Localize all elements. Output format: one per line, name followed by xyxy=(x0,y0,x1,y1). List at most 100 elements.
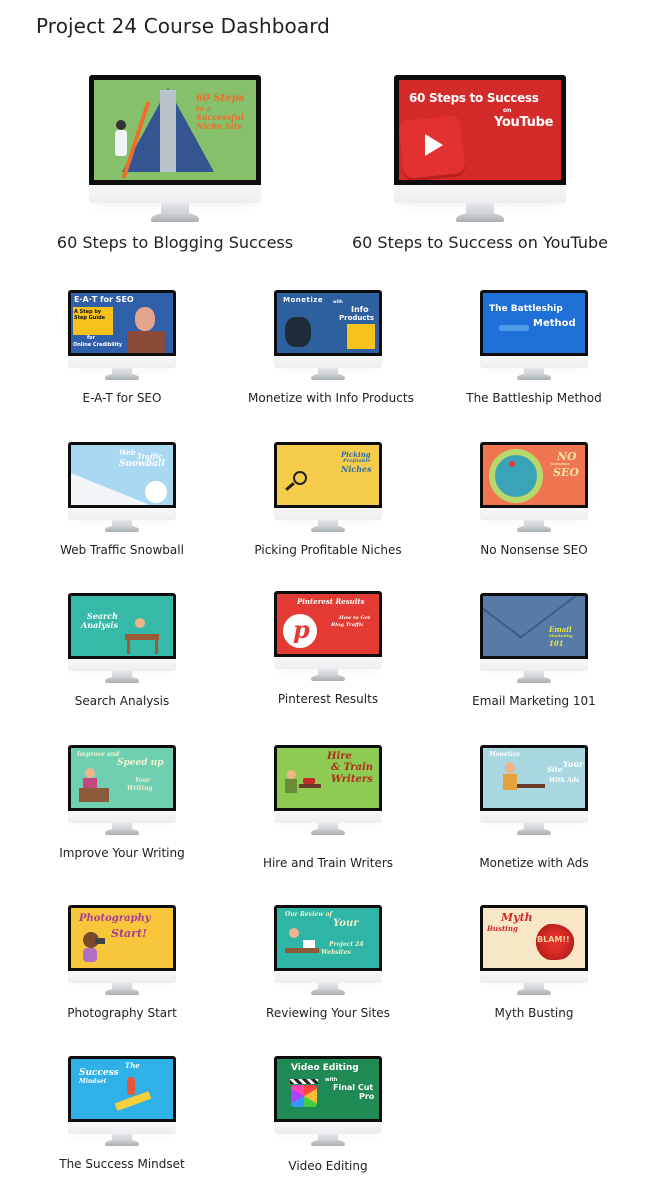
globe-icon xyxy=(489,449,543,503)
course-card-success-mindset[interactable]: The Success Mindset The Success Mindset xyxy=(42,1056,202,1176)
clapperboard-icon xyxy=(291,1085,317,1107)
magnifier-icon xyxy=(293,471,307,485)
person-icon xyxy=(116,120,126,130)
monitor-icon: p Pinterest Results How to Get Blog Traf… xyxy=(274,591,382,683)
course-title[interactable]: Web Traffic Snowball xyxy=(42,543,202,557)
course-card-search-analysis[interactable]: Search Analysis Search Analysis xyxy=(42,593,202,713)
course-thumbnail: E·A·T for SEO A Step by Step Guide for O… xyxy=(71,293,173,353)
course-thumbnail: Our Review of Your Project 24 Websites xyxy=(277,908,379,968)
course-title[interactable]: Hire and Train Writers xyxy=(248,856,408,870)
monitor-icon: The Success Mindset xyxy=(68,1056,176,1148)
monitor-icon: Web Traffic Snowball xyxy=(68,442,176,534)
course-title[interactable]: Email Marketing 101 xyxy=(454,694,614,708)
course-thumbnail: 60 Steps to a Successful Niche Site xyxy=(94,80,256,180)
battleship-icon xyxy=(499,325,529,331)
course-card-improve-your-writing[interactable]: Improve and Speed up Your Writing Improv… xyxy=(42,745,202,865)
course-thumbnail: 60 Steps to Success on YouTube xyxy=(399,80,561,180)
monitor-icon: Monetize with Info Products xyxy=(274,290,382,382)
course-thumbnail: The Battleship Method xyxy=(483,293,585,353)
course-thumbnail: Monetize with Info Products xyxy=(277,293,379,353)
snowball-icon xyxy=(145,481,167,503)
course-card-battleship-method[interactable]: The Battleship Method The Battleship Met… xyxy=(454,290,614,410)
course-thumbnail: Improve and Speed up Your Writing xyxy=(71,748,173,808)
person-icon xyxy=(135,618,145,628)
course-card-eat-for-seo[interactable]: E·A·T for SEO A Step by Step Guide for O… xyxy=(42,290,202,410)
thumbnail-headline: 60 Steps xyxy=(196,93,245,104)
course-card-60-steps-youtube[interactable]: 60 Steps to Success on YouTube 60 Steps … xyxy=(345,75,615,255)
monitor-icon: Myth Busting BLAM!! xyxy=(480,905,588,997)
laptop-icon xyxy=(303,940,315,948)
person-icon xyxy=(289,928,299,938)
course-title[interactable]: Improve Your Writing xyxy=(42,846,202,860)
course-title[interactable]: The Battleship Method xyxy=(454,391,614,405)
course-thumbnail: Hire & Train Writers xyxy=(277,748,379,808)
course-title[interactable]: E-A-T for SEO xyxy=(42,391,202,405)
monitor-icon: Video Editing with Final Cut Pro xyxy=(274,1056,382,1148)
monitor-icon: 60 Steps to Success on YouTube xyxy=(394,75,566,225)
desk-icon xyxy=(125,634,159,640)
course-card-pinterest-results[interactable]: p Pinterest Results How to Get Blog Traf… xyxy=(248,591,408,711)
course-card-no-nonsense-seo[interactable]: NO NONSENSE SEO No Nonsense SEO xyxy=(454,442,614,562)
course-title[interactable]: Photography Start xyxy=(42,1006,202,1020)
monitor-icon: Search Analysis xyxy=(68,593,176,685)
course-card-hire-and-train-writers[interactable]: Hire & Train Writers Hire and Train Writ… xyxy=(248,745,408,875)
desk-icon xyxy=(285,948,319,953)
course-title[interactable]: Reviewing Your Sites xyxy=(248,1006,408,1020)
monitor-icon: E·A·T for SEO A Step by Step Guide for O… xyxy=(68,290,176,382)
monitor-icon: NO NONSENSE SEO xyxy=(480,442,588,534)
course-thumbnail: Search Analysis xyxy=(71,596,173,656)
course-card-video-editing[interactable]: Video Editing with Final Cut Pro Video E… xyxy=(248,1056,408,1180)
course-thumbnail: Picking Profitable Niches xyxy=(277,445,379,505)
course-title[interactable]: Monetize with Ads xyxy=(454,856,614,870)
course-card-picking-profitable-niches[interactable]: Picking Profitable Niches Picking Profit… xyxy=(248,442,408,562)
course-thumbnail: The Success Mindset xyxy=(71,1059,173,1119)
person-icon xyxy=(85,768,95,778)
monitor-icon: 60 Steps to a Successful Niche Site xyxy=(89,75,261,225)
person-icon xyxy=(505,762,515,774)
course-title[interactable]: Monetize with Info Products xyxy=(248,391,414,405)
course-title[interactable]: Picking Profitable Niches xyxy=(248,543,408,557)
course-title[interactable]: 60 Steps to Success on YouTube xyxy=(345,233,615,252)
monitor-icon: Monetize Your Site With Ads xyxy=(480,745,588,837)
course-thumbnail: Myth Busting BLAM!! xyxy=(483,908,585,968)
course-card-photography-start[interactable]: Photography Start! Photography Start xyxy=(42,905,202,1025)
course-card-email-marketing-101[interactable]: Email Marketing 101 Email Marketing 101 xyxy=(454,593,614,713)
monitor-icon: The Battleship Method xyxy=(480,290,588,382)
course-thumbnail: Photography Start! xyxy=(71,908,173,968)
course-title[interactable]: Video Editing xyxy=(248,1159,408,1173)
monitor-icon: Photography Start! xyxy=(68,905,176,997)
pinterest-p: p xyxy=(293,615,310,644)
person-icon xyxy=(127,1077,135,1095)
course-title[interactable]: Myth Busting xyxy=(454,1006,614,1020)
map-pin-icon xyxy=(509,461,515,467)
course-card-myth-busting[interactable]: Myth Busting BLAM!! Myth Busting xyxy=(454,905,614,1025)
course-title[interactable]: 60 Steps to Blogging Success xyxy=(40,233,310,252)
course-card-monetize-info-products[interactable]: Monetize with Info Products Monetize wit… xyxy=(248,290,414,410)
monitor-icon: Hire & Train Writers xyxy=(274,745,382,837)
course-card-web-traffic-snowball[interactable]: Web Traffic Snowball Web Traffic Snowbal… xyxy=(42,442,202,562)
course-title[interactable]: The Success Mindset xyxy=(42,1157,202,1171)
camera-icon xyxy=(285,317,311,347)
monitor-icon: Improve and Speed up Your Writing xyxy=(68,745,176,837)
monitor-icon: Our Review of Your Project 24 Websites xyxy=(274,905,382,997)
page-title: Project 24 Course Dashboard xyxy=(36,14,330,38)
person-icon xyxy=(287,770,296,779)
arrow-icon xyxy=(160,90,176,172)
course-card-60-steps-blogging[interactable]: 60 Steps to a Successful Niche Site 60 S… xyxy=(40,75,310,255)
camera-icon xyxy=(95,938,105,944)
course-card-reviewing-your-sites[interactable]: Our Review of Your Project 24 Websites R… xyxy=(248,905,408,1025)
monitor-icon: Email Marketing 101 xyxy=(480,593,588,685)
course-thumbnail: Monetize Your Site With Ads xyxy=(483,748,585,808)
person-icon xyxy=(135,307,155,331)
desk-icon xyxy=(299,784,321,788)
desk-icon xyxy=(517,784,545,788)
course-title[interactable]: Search Analysis xyxy=(42,694,202,708)
course-title[interactable]: Pinterest Results xyxy=(248,692,408,706)
course-thumbnail: Web Traffic Snowball xyxy=(71,445,173,505)
course-card-monetize-with-ads[interactable]: Monetize Your Site With Ads Monetize wit… xyxy=(454,745,614,875)
course-thumbnail: Video Editing with Final Cut Pro xyxy=(277,1059,379,1119)
desk-icon xyxy=(79,788,109,802)
course-thumbnail: Email Marketing 101 xyxy=(483,596,585,656)
course-title[interactable]: No Nonsense SEO xyxy=(454,543,614,557)
monitor-icon: Picking Profitable Niches xyxy=(274,442,382,534)
